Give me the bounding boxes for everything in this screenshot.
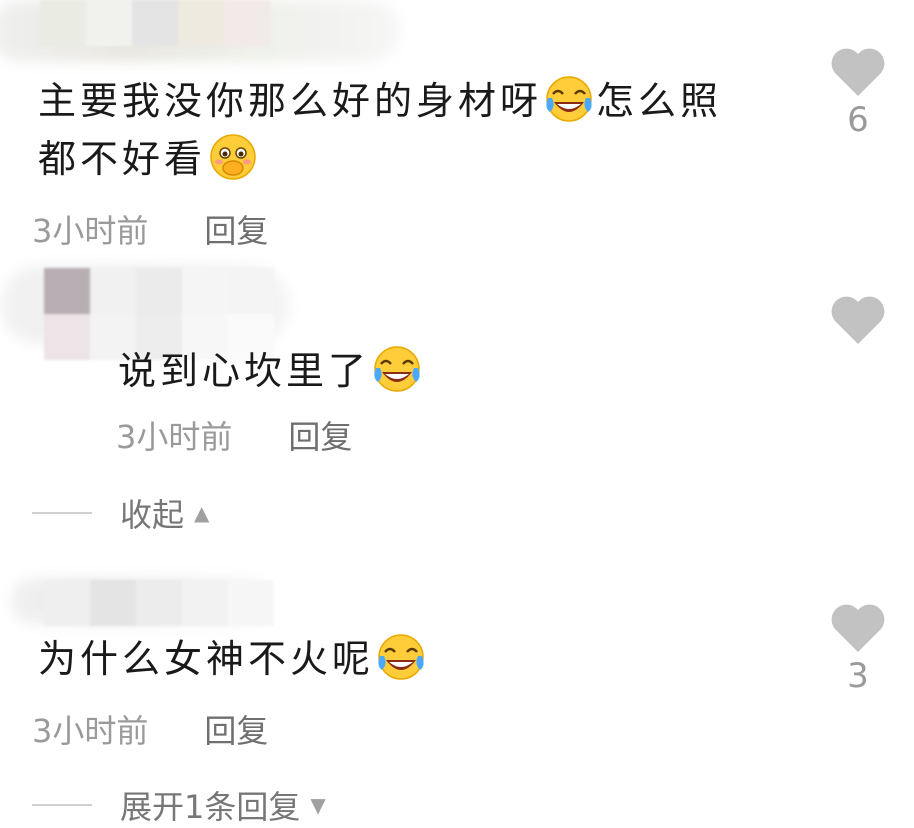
comment-3-like-count: 3 [847,656,869,696]
heart-icon [831,48,885,96]
divider-line [32,512,92,514]
comment-2-reply-button[interactable]: 回复 [288,418,352,456]
comment-3-reply-button[interactable]: 回复 [204,712,268,750]
comment-3-like-button[interactable]: 3 [828,602,888,696]
blurred-avatar-mosaic-3 [44,580,274,626]
tears-of-joy-emoji [544,74,594,124]
heart-icon [831,296,885,344]
expand-replies-button[interactable]: 展开1条回复 ▼ [32,782,326,828]
triangle-up-icon: ▲ [194,501,210,525]
comment-3-text: 为什么女神不火呢 [38,630,778,688]
comment-1-meta: 3小时前 回复 [32,206,268,252]
comment-1-like-button[interactable]: 6 [828,46,888,140]
comment-2-timestamp: 3小时前 [116,418,233,456]
comment-2-meta: 3小时前 回复 [116,412,352,458]
collapse-label: 收起 [120,496,185,534]
shy-face-emoji [208,132,258,182]
comment-1-text: 主要我没你那么好的身材呀 怎么照 都不好看 [38,72,778,188]
tears-of-joy-emoji [372,344,422,394]
comment-1-like-count: 6 [847,100,869,140]
comment-3-meta: 3小时前 回复 [32,706,268,752]
comment-1-timestamp: 3小时前 [32,212,149,250]
tears-of-joy-emoji [376,632,426,682]
heart-icon [831,604,885,652]
blurred-avatar-mosaic-1 [40,0,270,46]
comment-1-reply-button[interactable]: 回复 [204,212,268,250]
divider-line [32,804,92,806]
comment-3-timestamp: 3小时前 [32,712,149,750]
triangle-down-icon: ▼ [310,793,326,817]
collapse-replies-button[interactable]: 收起 ▲ [32,490,209,536]
comment-2-text: 说到心坎里了 [118,342,718,400]
comment-2-like-button[interactable] [828,294,888,346]
expand-label: 展开1条回复 [120,788,301,826]
